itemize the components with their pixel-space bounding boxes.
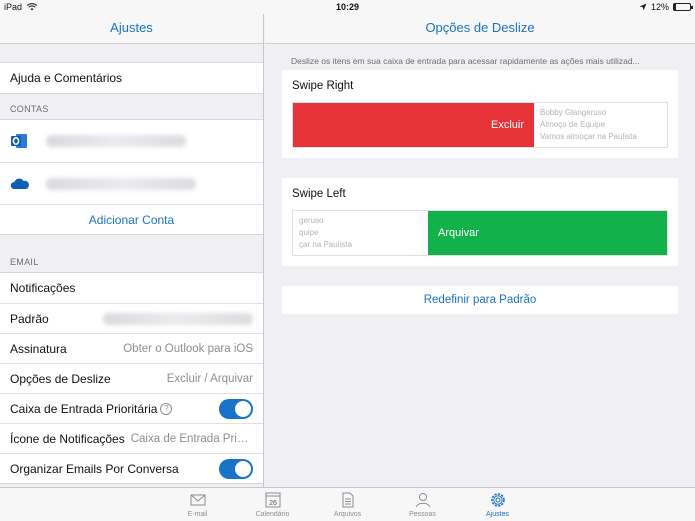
swipe-right-preview: Excluir Bobby Glangeruso Almoço de Equip…: [292, 102, 668, 148]
email-settings-group: Notificações Padrão Assinatura Obter o O…: [0, 272, 263, 484]
swipe-options-value: Excluir / Arquivar: [166, 372, 253, 385]
focused-inbox-row: Caixa de Entrada Prioritária ?: [0, 393, 263, 423]
message-preview: Bobby Glangeruso Almoço de Equipe Vamos …: [534, 103, 667, 147]
people-icon: [415, 493, 430, 508]
preview-subject: quipe: [299, 228, 319, 237]
swipe-left-title: Swipe Left: [292, 188, 346, 200]
calendar-icon: 26: [265, 492, 280, 508]
settings-icon: [490, 493, 505, 507]
tab-calendar[interactable]: 26 Calendário: [235, 488, 310, 521]
help-row[interactable]: Ajuda e Comentários: [0, 63, 263, 93]
message-preview: geruso quipe çar na Paulista: [293, 211, 428, 255]
swipe-description: Deslize os itens em sua caixa de entrada…: [291, 56, 640, 66]
default-account-row[interactable]: Padrão: [0, 303, 263, 333]
battery-icon: [673, 3, 693, 11]
preview-subject: Almoço de Equipe: [540, 120, 605, 129]
account-email-redacted: [46, 177, 196, 190]
swipe-right-card[interactable]: Swipe Right Excluir Bobby Glangeruso Alm…: [282, 70, 678, 158]
reset-to-default-button[interactable]: Redefinir para Padrão: [282, 286, 678, 314]
default-label: Padrão: [10, 311, 49, 326]
email-header: EMAIL: [10, 257, 39, 267]
settings-title: Ajustes: [0, 14, 263, 44]
notifications-row[interactable]: Notificações: [0, 273, 263, 303]
account-row-outlook[interactable]: [0, 120, 263, 162]
location-arrow-icon: [639, 3, 647, 11]
preview-sender: Bobby Glangeruso: [540, 108, 607, 117]
swipe-left-preview: geruso quipe çar na Paulista Arquivar: [292, 210, 668, 256]
help-icon[interactable]: ?: [160, 402, 173, 415]
account-email-redacted: [46, 135, 186, 147]
default-account-redacted: [103, 312, 253, 325]
onedrive-icon: [10, 178, 29, 189]
status-right: 12%: [639, 2, 693, 12]
tab-email[interactable]: E-mail: [160, 488, 235, 521]
swipe-options-label: Opções de Deslize: [10, 371, 111, 386]
swipe-left-card[interactable]: Swipe Left geruso quipe çar na Paulista …: [282, 178, 678, 266]
organize-by-thread-label: Organizar Emails Por Conversa: [10, 461, 179, 476]
help-group: Ajuda e Comentários: [0, 62, 263, 94]
tab-people[interactable]: Pessoas: [385, 488, 460, 521]
tab-files[interactable]: Arquivos: [310, 488, 385, 521]
status-time: 10:29: [335, 2, 360, 12]
signature-row[interactable]: Assinatura Obter o Outlook para iOS: [0, 333, 263, 363]
settings-sidebar: Ajustes Ajuda e Comentários CONTAS Adici…: [0, 14, 264, 487]
swipe-options-panel: Opções de Deslize Deslize os itens em su…: [265, 14, 695, 487]
signature-value: Obter o Outlook para iOS: [123, 342, 253, 355]
archive-action[interactable]: Arquivar: [428, 211, 667, 255]
badge-count-row[interactable]: Ícone de Notificações Caixa de Entrada P…: [0, 423, 263, 453]
tab-email-label: E-mail: [187, 511, 208, 518]
notifications-label: Notificações: [10, 281, 76, 295]
preview-snippet: Vamos almoçar na Paulista: [540, 132, 637, 141]
files-icon: [342, 492, 353, 508]
tab-people-label: Pessoas: [409, 511, 436, 518]
tab-bar: E-mail 26 Calendário Arquivos Pessoas Aj…: [0, 487, 695, 521]
focused-inbox-label: Caixa de Entrada Prioritária: [10, 401, 158, 416]
tab-calendar-label: Calendário: [255, 511, 290, 518]
badge-count-label: Ícone de Notificações: [10, 431, 125, 446]
battery-percent: 12%: [650, 2, 669, 12]
organize-by-thread-toggle[interactable]: [219, 458, 253, 479]
badge-count-value: Caixa de Entrada Priorit...: [130, 432, 253, 445]
swipe-options-row[interactable]: Opções de Deslize Excluir / Arquivar: [0, 363, 263, 393]
organize-by-thread-row: Organizar Emails Por Conversa: [0, 453, 263, 483]
help-label: Ajuda e Comentários: [10, 71, 123, 85]
swipe-right-title: Swipe Right: [292, 80, 354, 92]
status-bar: iPad 10:29 12%: [0, 0, 695, 14]
preview-sender: geruso: [299, 216, 324, 225]
mail-icon: [190, 494, 205, 506]
outlook-icon: [11, 134, 27, 148]
tab-files-label: Arquivos: [333, 511, 362, 518]
account-row-onedrive[interactable]: [0, 162, 263, 204]
tab-settings-label: Ajustes: [486, 511, 509, 518]
calendar-day: 26: [269, 500, 277, 507]
signature-label: Assinatura: [10, 341, 67, 356]
focused-inbox-toggle[interactable]: [219, 398, 253, 419]
swipe-options-title: Opções de Deslize: [265, 14, 695, 44]
battery-fill: [674, 4, 676, 10]
accounts-header: CONTAS: [10, 104, 49, 114]
accounts-group: Adicionar Conta: [0, 119, 263, 235]
tab-settings[interactable]: Ajustes: [460, 488, 535, 521]
preview-snippet: çar na Paulista: [299, 240, 352, 249]
add-account-button[interactable]: Adicionar Conta: [0, 204, 263, 234]
delete-action[interactable]: Excluir: [293, 103, 534, 147]
